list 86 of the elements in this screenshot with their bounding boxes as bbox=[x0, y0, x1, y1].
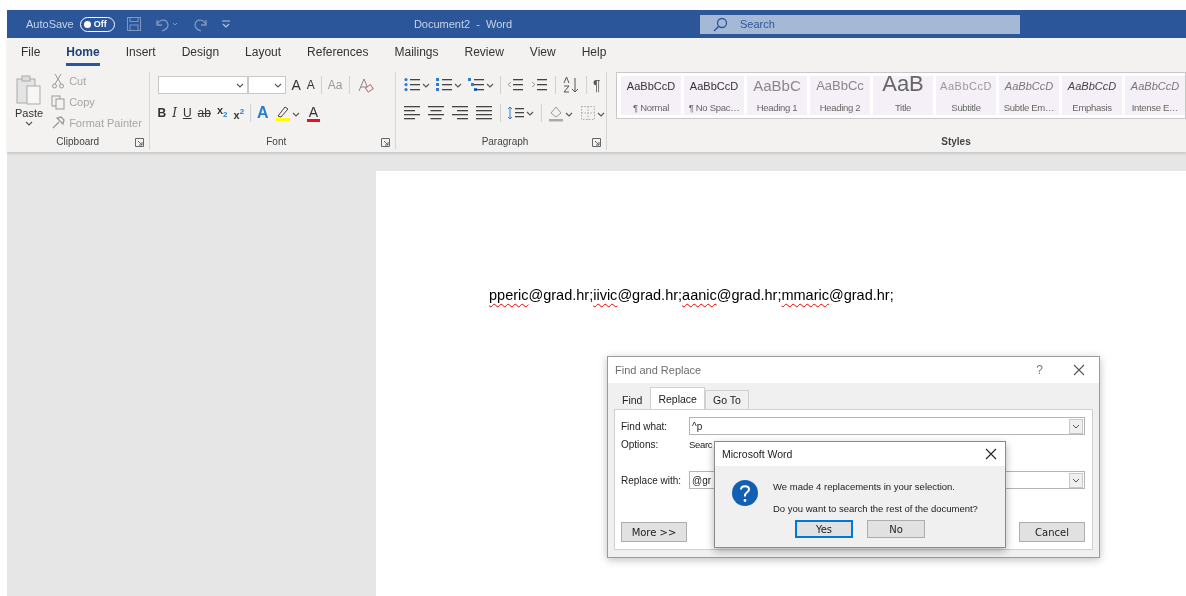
style-item[interactable]: AaBbCcD Subtitle bbox=[936, 76, 996, 115]
menu-tab[interactable]: Help bbox=[581, 41, 607, 66]
help-button[interactable]: ? bbox=[1036, 363, 1043, 377]
numbered-list-icon[interactable] bbox=[436, 77, 462, 93]
caret-icon bbox=[273, 81, 282, 89]
line-spacing-icon[interactable] bbox=[507, 104, 535, 122]
menu-tab[interactable]: View bbox=[529, 41, 556, 66]
grow-font-button[interactable]: A bbox=[291, 77, 301, 93]
close-icon[interactable] bbox=[985, 448, 997, 460]
dialog-button[interactable]: No bbox=[867, 520, 925, 538]
dialog-tab[interactable]: Replace bbox=[650, 387, 705, 409]
highlighter-icon[interactable] bbox=[274, 104, 301, 122]
group-label: Font bbox=[266, 135, 287, 147]
justify-icon[interactable] bbox=[476, 104, 494, 122]
replace-with-label: Replace with: bbox=[621, 474, 683, 486]
menu-tab[interactable]: Mailings bbox=[394, 41, 439, 66]
menu-tab[interactable]: Home bbox=[66, 41, 100, 66]
copy-icon bbox=[51, 94, 67, 110]
decrease-indent-icon[interactable] bbox=[507, 77, 525, 93]
find-what-field[interactable]: ^p bbox=[689, 417, 1085, 435]
dropdown-icon[interactable] bbox=[1069, 472, 1083, 488]
shrink-font-button[interactable]: A bbox=[306, 77, 315, 93]
options-value: Searc bbox=[689, 438, 713, 450]
menu-tab[interactable]: Layout bbox=[245, 41, 282, 66]
text-effects-button[interactable]: A bbox=[257, 105, 269, 121]
search-field[interactable]: Search bbox=[700, 14, 1020, 34]
menu-tab[interactable]: References bbox=[307, 41, 369, 66]
dialog-title: Microsoft Word bbox=[722, 448, 793, 460]
paste-button[interactable]: Paste bbox=[15, 72, 44, 132]
clipboard-icon bbox=[15, 74, 44, 106]
style-item[interactable]: AaBbCcD Emphasis bbox=[1062, 76, 1122, 115]
style-item[interactable]: AaBbCcD Subtle Em… bbox=[999, 76, 1059, 115]
bullet-list-icon[interactable] bbox=[404, 77, 430, 93]
window-title: Document2 - Word bbox=[412, 18, 514, 30]
style-item[interactable]: AaBbCc Heading 2 bbox=[810, 76, 870, 115]
style-item[interactable]: AaBbCcD ¶ No Spac… bbox=[684, 76, 744, 115]
style-item[interactable]: AaB Title bbox=[873, 76, 933, 115]
align-left-icon[interactable] bbox=[404, 104, 422, 122]
clear-formatting-icon[interactable] bbox=[355, 76, 374, 94]
style-item[interactable]: AaBbCcD Intense E… bbox=[1125, 76, 1185, 115]
align-right-icon[interactable] bbox=[452, 104, 470, 122]
caret-icon bbox=[25, 120, 34, 127]
question-icon bbox=[731, 479, 759, 507]
format-button[interactable]: B bbox=[157, 105, 167, 121]
multilevel-list-icon[interactable] bbox=[468, 77, 494, 93]
font-size-field[interactable] bbox=[247, 76, 286, 94]
format-button[interactable]: U bbox=[182, 105, 192, 121]
format-button[interactable]: ab bbox=[197, 105, 211, 121]
menu-tab[interactable]: File bbox=[21, 41, 41, 66]
question-text: Do you want to search the rest of the document? bbox=[773, 503, 978, 514]
dialog-launcher-icon[interactable] bbox=[381, 138, 390, 147]
close-icon[interactable] bbox=[1073, 364, 1085, 376]
align-center-icon[interactable] bbox=[428, 104, 446, 122]
dialog-tab[interactable]: Find bbox=[614, 390, 651, 409]
style-item[interactable]: AaBbCcD ¶ Normal bbox=[621, 76, 681, 115]
brush-icon bbox=[51, 115, 67, 131]
group-label: Paragraph bbox=[481, 135, 529, 147]
scissors-icon bbox=[51, 73, 67, 89]
options-label: Options: bbox=[621, 438, 660, 450]
autosave-label: AutoSave bbox=[26, 18, 74, 30]
sort-icon[interactable] bbox=[562, 76, 580, 94]
document-text: pperic@grad.hr;iivic@grad.hr;aanic@grad.hr;mmaric@grad.hr; bbox=[489, 287, 895, 303]
show-marks-button[interactable]: ¶ bbox=[593, 77, 601, 93]
more-button[interactable]: More >> bbox=[621, 522, 687, 542]
dialog-button[interactable]: Yes bbox=[795, 520, 853, 538]
format-button[interactable]: x$^{2}$ bbox=[233, 103, 245, 123]
caret-icon bbox=[235, 81, 244, 89]
group-label: Clipboard bbox=[56, 135, 100, 147]
dialog-launcher-icon[interactable] bbox=[592, 138, 601, 147]
font-name-field[interactable] bbox=[157, 76, 248, 94]
format-button[interactable]: I bbox=[172, 105, 177, 121]
search-icon bbox=[712, 16, 728, 33]
message-text: We made 4 replacements in your selection. bbox=[773, 481, 956, 492]
group-label: Styles bbox=[940, 135, 971, 147]
font-color-button[interactable]: A bbox=[306, 104, 320, 122]
cancel-button[interactable]: Cancel bbox=[1019, 522, 1085, 542]
increase-indent-icon[interactable] bbox=[531, 77, 549, 93]
dropdown-icon[interactable] bbox=[1069, 418, 1083, 434]
dialog-launcher-icon[interactable] bbox=[134, 138, 144, 147]
menu-tab[interactable]: Design bbox=[181, 41, 220, 66]
menu-tab[interactable]: Review bbox=[464, 41, 504, 66]
style-item[interactable]: AaBbC Heading 1 bbox=[747, 76, 807, 115]
dialog-title: Find and Replace bbox=[615, 364, 703, 376]
menu-tab[interactable]: Insert bbox=[125, 41, 156, 66]
find-what-label: Find what: bbox=[621, 420, 669, 432]
format-button[interactable]: x$_{2}$ bbox=[216, 102, 228, 124]
